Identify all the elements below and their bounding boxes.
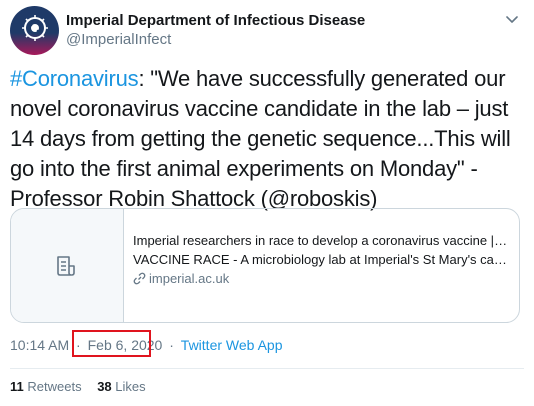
likes-stat[interactable]: 38 Likes — [97, 378, 145, 396]
link-icon — [133, 272, 146, 285]
card-domain-text: imperial.ac.uk — [149, 271, 230, 286]
author-name[interactable]: Imperial Department of Infectious Diseas… — [66, 11, 365, 30]
tweet-time: 10:14 AM — [10, 337, 70, 353]
likes-count: 38 — [97, 379, 112, 394]
link-preview-card[interactable]: Imperial researchers in race to develop … — [10, 208, 520, 323]
virus-logo-icon — [22, 15, 48, 41]
date-highlight-box — [72, 330, 151, 357]
chevron-down-icon — [506, 16, 518, 23]
avatar[interactable] — [10, 6, 59, 55]
tweet-text: #Coronavirus: "We have successfully gene… — [10, 64, 520, 214]
meta-separator-2: · — [169, 337, 174, 353]
card-thumbnail — [11, 209, 124, 322]
hashtag-link[interactable]: #Coronavirus — [10, 66, 139, 91]
tweet-source-link[interactable]: Twitter Web App — [181, 336, 283, 354]
card-title: Imperial researchers in race to develop … — [133, 233, 508, 248]
card-description: VACCINE RACE - A microbiology lab at Imp… — [133, 252, 508, 267]
author-block: Imperial Department of Infectious Diseas… — [66, 11, 365, 49]
more-options-button[interactable] — [502, 10, 522, 30]
retweets-label: Retweets — [27, 379, 82, 394]
retweets-stat[interactable]: 11 Retweets — [10, 378, 82, 396]
card-body: Imperial researchers in race to develop … — [133, 231, 508, 288]
author-handle[interactable]: @ImperialInfect — [66, 30, 365, 49]
tweet-stats: 11 Retweets 38 Likes — [10, 378, 158, 396]
retweets-count: 11 — [10, 379, 24, 394]
divider — [10, 368, 524, 369]
document-icon — [57, 256, 75, 276]
tweet: Imperial Department of Infectious Diseas… — [0, 0, 534, 406]
likes-label: Likes — [115, 379, 146, 394]
card-domain: imperial.ac.uk — [133, 269, 508, 288]
